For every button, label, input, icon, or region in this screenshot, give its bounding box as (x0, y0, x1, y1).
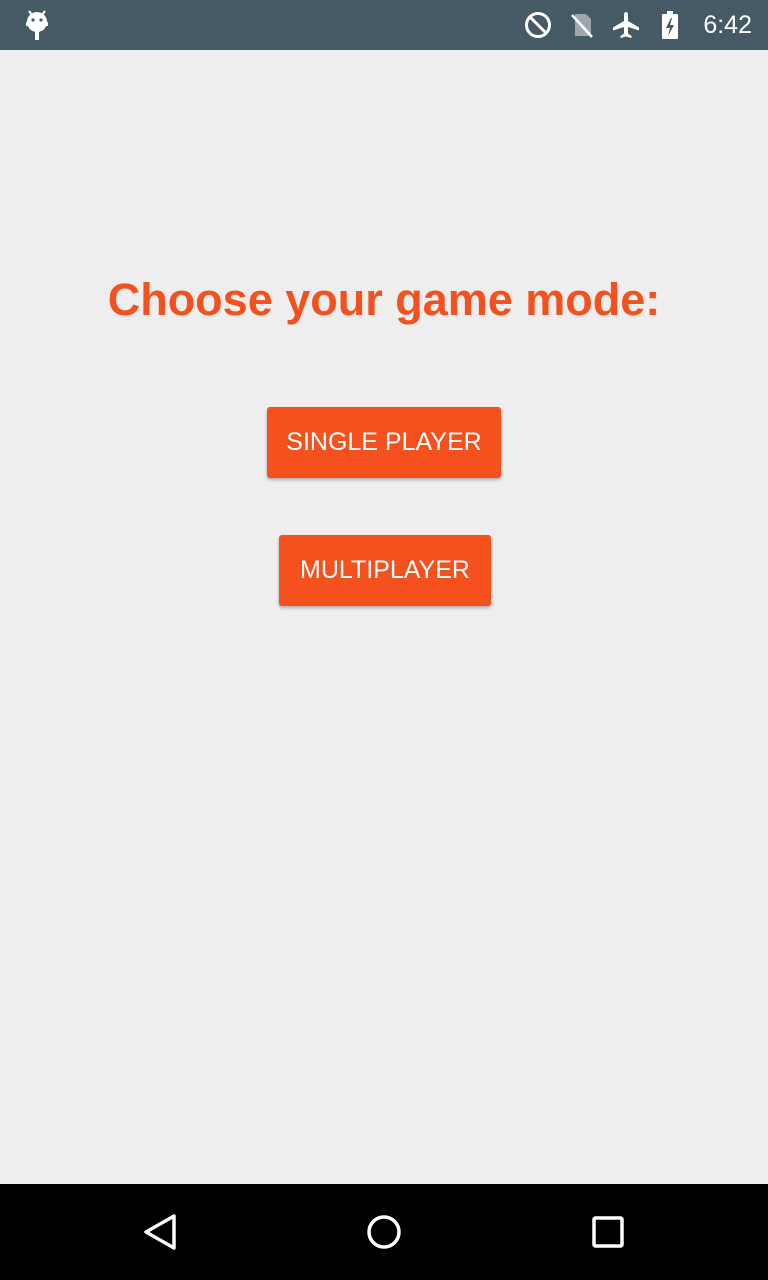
airplane-mode-icon (613, 12, 640, 38)
multiplayer-button[interactable]: MULTIPLAYER (279, 535, 491, 606)
status-time: 6:42 (703, 10, 752, 39)
android-debug-icon (26, 10, 48, 40)
do-not-disturb-icon (525, 12, 552, 38)
back-icon[interactable] (136, 1208, 184, 1256)
status-icons: 6:42 (523, 0, 752, 50)
recents-icon[interactable] (584, 1208, 632, 1256)
game-mode-screen: Choose your game mode: SINGLE PLAYER MUL… (0, 50, 768, 1184)
status-bar: 6:42 (0, 0, 768, 50)
navigation-bar (0, 1184, 768, 1280)
single-player-button[interactable]: SINGLE PLAYER (267, 407, 501, 478)
home-icon[interactable] (360, 1208, 408, 1256)
no-sim-icon (571, 14, 594, 38)
page-title: Choose your game mode: (107, 274, 661, 325)
battery-charging-icon (662, 11, 679, 39)
